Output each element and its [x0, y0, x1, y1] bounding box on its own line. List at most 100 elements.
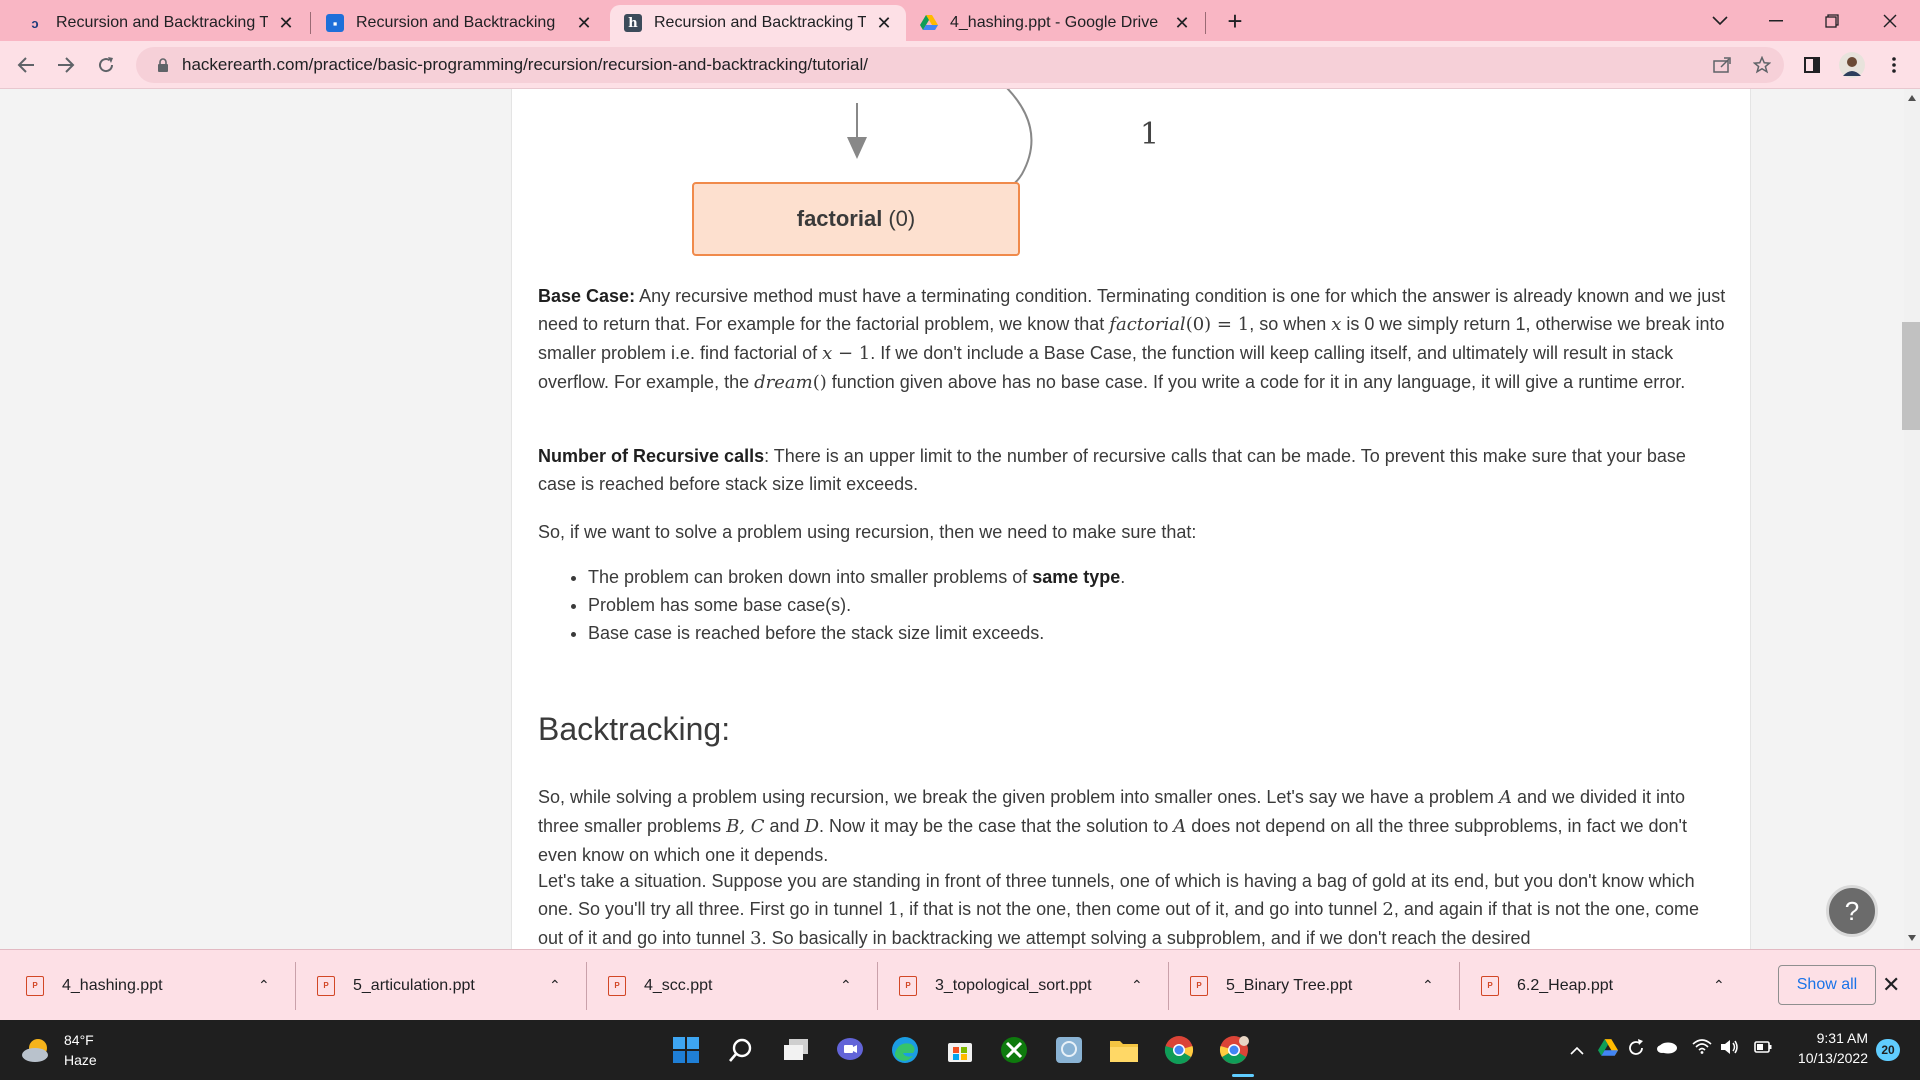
url-text[interactable]: hackerearth.com/practice/basic-programmi…: [182, 55, 868, 75]
math: 3: [750, 928, 762, 949]
text: The problem can broken down into smaller…: [588, 567, 1033, 587]
chevron-up-icon[interactable]: ⌃: [1422, 977, 1434, 994]
menu-kebab-icon[interactable]: [1878, 49, 1910, 81]
close-download-bar-icon[interactable]: ✕: [1882, 972, 1900, 998]
tutorial-content: 1 factorial (0) Base Case: Any recursive…: [511, 89, 1751, 949]
search-icon[interactable]: [725, 1034, 757, 1066]
show-all-button[interactable]: Show all: [1778, 965, 1876, 1005]
google-drive-icon: [920, 14, 938, 32]
download-filename: 5_articulation.ppt: [353, 976, 475, 994]
weather-icon[interactable]: [20, 1034, 54, 1066]
google-drive-tray-icon[interactable]: [1598, 1039, 1618, 1062]
edge-icon[interactable]: [889, 1034, 921, 1066]
chrome-profile-icon[interactable]: [1218, 1034, 1250, 1066]
profile-avatar[interactable]: [1836, 49, 1868, 81]
weather-desc[interactable]: Haze: [64, 1052, 97, 1068]
list-item: Problem has some base case(s).: [588, 591, 1125, 619]
minimize-icon[interactable]: [1748, 0, 1804, 41]
page-viewport: 1 factorial (0) Base Case: Any recursive…: [0, 89, 1904, 949]
back-icon[interactable]: [10, 49, 42, 81]
clock-time[interactable]: 9:31 AM: [1790, 1030, 1868, 1046]
chevron-up-icon[interactable]: ⌃: [1131, 977, 1143, 994]
math: A: [1173, 816, 1187, 837]
text: . So basically in backtracking we attemp…: [761, 928, 1531, 948]
tab-4[interactable]: 4_hashing.ppt - Google Drive ✕: [906, 5, 1204, 41]
math: 1: [887, 899, 900, 920]
tab-title: Recursion and Backtracking Tuto: [654, 14, 866, 31]
math: D: [804, 816, 820, 837]
onedrive-icon[interactable]: [1656, 1040, 1678, 1059]
base-case-paragraph: Base Case: Any recursive method must hav…: [538, 282, 1728, 397]
backtracking-paragraph-1: So, while solving a problem using recurs…: [538, 783, 1728, 869]
close-tab-icon[interactable]: ✕: [574, 13, 594, 34]
volume-icon[interactable]: [1720, 1038, 1740, 1061]
teams-chat-icon[interactable]: [834, 1034, 866, 1066]
chevron-up-icon[interactable]: ⌃: [549, 977, 561, 994]
download-item[interactable]: P 3_topological_sort.ppt ⌃: [873, 950, 1163, 1021]
chevron-up-icon[interactable]: ⌃: [258, 977, 270, 994]
share-icon[interactable]: [1706, 49, 1738, 81]
factorial-func-label: factorial: [796, 206, 883, 231]
base-case-label: Base Case:: [538, 286, 636, 306]
scroll-down-icon[interactable]: [1908, 935, 1916, 941]
vertical-scrollbar[interactable]: [1904, 89, 1920, 949]
download-item[interactable]: P 5_articulation.ppt ⌃: [291, 950, 581, 1021]
close-tab-icon[interactable]: ✕: [874, 13, 894, 34]
start-icon[interactable]: [670, 1034, 702, 1066]
chrome-icon[interactable]: [1163, 1034, 1195, 1066]
chevron-up-icon[interactable]: ⌃: [840, 977, 852, 994]
scrollbar-thumb[interactable]: [1902, 322, 1920, 430]
restore-icon[interactable]: [1804, 0, 1860, 41]
backtracking-heading: Backtracking:: [538, 711, 731, 747]
download-filename: 6.2_Heap.ppt: [1517, 976, 1614, 994]
weather-temp[interactable]: 84°F: [64, 1032, 94, 1048]
bookmark-star-icon[interactable]: [1746, 49, 1778, 81]
lock-icon[interactable]: [150, 57, 176, 73]
hackerearth-h-icon: h: [624, 14, 642, 32]
ppt-file-icon: P: [26, 975, 44, 996]
text: , so when: [1249, 314, 1332, 334]
close-tab-icon[interactable]: ✕: [1172, 13, 1192, 34]
download-filename: 4_scc.ppt: [644, 976, 713, 994]
download-filename: 4_hashing.ppt: [62, 976, 163, 994]
tab-3-active[interactable]: h Recursion and Backtracking Tuto ✕: [610, 5, 906, 41]
close-window-icon[interactable]: [1862, 0, 1918, 41]
tab-title: Recursion and Backtracking Tuto: [56, 14, 268, 31]
download-item[interactable]: P 4_hashing.ppt ⌃: [0, 950, 290, 1021]
new-tab-button[interactable]: +: [1220, 6, 1250, 36]
wifi-icon[interactable]: [1692, 1038, 1712, 1059]
math: factorial: [1109, 314, 1186, 335]
scroll-up-icon[interactable]: [1908, 95, 1916, 101]
tab-2[interactable]: ▪ Recursion and Backtracking ✕: [312, 5, 606, 41]
factorial-arg-label: (0): [888, 206, 916, 231]
chevron-up-icon[interactable]: ⌃: [1713, 977, 1725, 994]
tab-search-icon[interactable]: [1692, 0, 1748, 41]
windows-taskbar: 84°F Haze 9:31 AM 10/13/2022 20: [0, 1020, 1920, 1080]
download-item[interactable]: P 4_scc.ppt ⌃: [582, 950, 872, 1021]
task-view-icon[interactable]: [780, 1034, 812, 1066]
help-button[interactable]: ?: [1826, 885, 1878, 937]
xbox-icon[interactable]: [998, 1034, 1030, 1066]
file-explorer-icon[interactable]: [1108, 1034, 1140, 1066]
reload-icon[interactable]: [90, 49, 122, 81]
tab-1[interactable]: ↄ Recursion and Backtracking Tuto ✕: [12, 5, 308, 41]
sync-icon[interactable]: [1626, 1038, 1646, 1063]
chevron-up-tray-icon[interactable]: [1570, 1042, 1584, 1060]
download-item[interactable]: P 6.2_Heap.ppt ⌃: [1455, 950, 1745, 1021]
tab-strip: ↄ Recursion and Backtracking Tuto ✕ ▪ Re…: [0, 0, 1920, 41]
hackerearth-icon: ↄ: [31, 15, 39, 31]
close-tab-icon[interactable]: ✕: [276, 13, 296, 34]
ppt-file-icon: P: [1481, 975, 1499, 996]
forward-icon[interactable]: [50, 49, 82, 81]
download-item[interactable]: P 5_Binary Tree.ppt ⌃: [1164, 950, 1454, 1021]
text: function given above has no base case. I…: [826, 372, 1686, 392]
photos-app-icon[interactable]: [1053, 1034, 1085, 1066]
side-panel-icon[interactable]: [1796, 49, 1828, 81]
address-bar[interactable]: hackerearth.com/practice/basic-programmi…: [136, 47, 1784, 83]
clock-date[interactable]: 10/13/2022: [1784, 1050, 1868, 1066]
microsoft-store-icon[interactable]: [944, 1034, 976, 1066]
battery-icon[interactable]: [1752, 1038, 1774, 1061]
math: 2: [1382, 899, 1394, 920]
notification-badge[interactable]: 20: [1876, 1039, 1900, 1061]
math: x: [1331, 314, 1342, 335]
